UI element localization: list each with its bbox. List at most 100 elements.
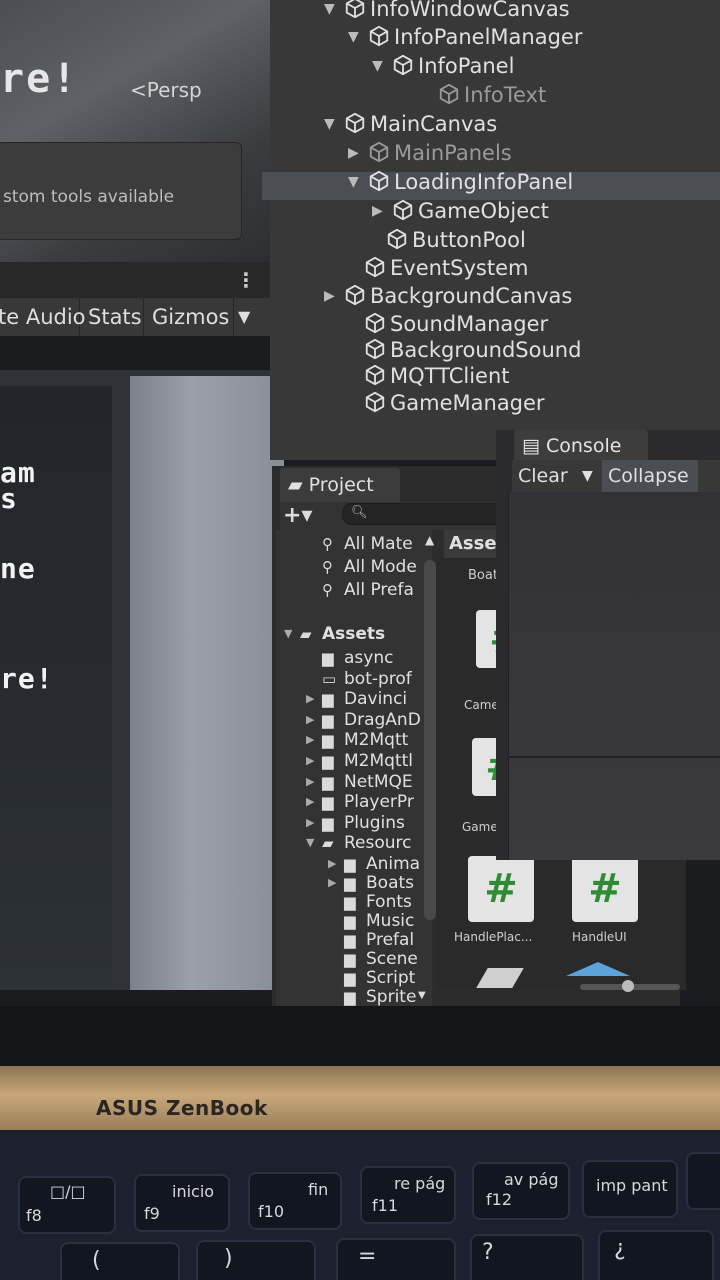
project-subfolder[interactable]: ▆ Fonts <box>344 892 412 912</box>
project-subfolder[interactable]: ▶ ▆ Boats <box>328 873 414 893</box>
expand-arrow-right-icon[interactable]: ▶ <box>306 730 322 750</box>
hierarchy-item[interactable]: ▼ InfoPanelManager <box>348 24 582 50</box>
console-log-area[interactable] <box>508 492 720 860</box>
hierarchy-item[interactable]: ▶ BackgroundCanvas <box>324 283 572 309</box>
expand-arrow-right-icon[interactable]: ▶ <box>324 283 344 309</box>
project-folder[interactable]: ▼ ▰ Resourc <box>306 833 412 853</box>
kebab-menu-icon[interactable]: ⋮ <box>236 268 256 292</box>
insert-key[interactable] <box>686 1152 720 1210</box>
project-subfolder[interactable]: ▆ Music <box>344 911 414 931</box>
expand-arrow-right-icon[interactable]: ▶ <box>348 140 368 166</box>
console-splitter[interactable] <box>508 756 720 758</box>
hierarchy-item[interactable]: ▼ InfoWindowCanvas <box>324 0 570 22</box>
model-asset-icon[interactable] <box>566 962 630 976</box>
project-folder[interactable]: ▶ ▆ M2Mqttl <box>306 751 413 771</box>
project-folder[interactable]: ▶ ▆ M2Mqtt <box>306 730 408 750</box>
project-subfolder[interactable]: ▆ Sprite <box>344 987 416 1006</box>
project-folder[interactable]: ▶ ▆ DragAnD <box>306 710 421 730</box>
clear-options-dropdown[interactable]: ▼ <box>576 460 600 492</box>
f9-key[interactable]: inicio f9 <box>134 1174 230 1232</box>
tab-console[interactable]: ▤ Console <box>514 430 648 462</box>
expand-arrow-right-icon[interactable]: ▶ <box>372 198 392 224</box>
expand-arrow-right-icon[interactable]: ▶ <box>306 813 322 833</box>
expand-arrow-right-icon[interactable]: ▶ <box>306 772 322 792</box>
tab-project[interactable]: ▰ Project <box>280 468 400 502</box>
asset-tile-label[interactable]: Came <box>464 698 499 712</box>
scroll-down-arrow-icon[interactable]: ▼ <box>418 990 426 1001</box>
favorite-search[interactable]: ⚲ All Mode <box>322 557 417 577</box>
project-folder[interactable]: ▶ ▆ NetMQE <box>306 772 413 792</box>
expand-arrow-down-icon[interactable]: ▼ <box>284 624 300 644</box>
script-asset-icon[interactable]: # <box>468 856 534 922</box>
expand-arrow-down-icon[interactable]: ▼ <box>372 53 392 79</box>
script-asset-icon[interactable]: # <box>572 856 638 922</box>
hierarchy-panel[interactable]: ▼ InfoWindowCanvas ▼ InfoPanelManager ▼ InfoP… <box>262 0 720 460</box>
hierarchy-item[interactable]: BackgroundSound <box>344 337 581 363</box>
inverted-question-key[interactable]: ¿ <box>598 1230 714 1280</box>
clear-button[interactable]: Clear <box>512 460 574 492</box>
expand-arrow-right-icon[interactable]: ▶ <box>306 689 322 709</box>
hierarchy-item[interactable]: ButtonPool <box>366 227 526 253</box>
print-screen-key[interactable]: imp pant <box>582 1160 678 1218</box>
projection-label[interactable]: <Persp <box>130 78 202 102</box>
hierarchy-item[interactable]: ▶ GameObject <box>372 198 549 224</box>
expand-arrow-right-icon[interactable]: ▶ <box>306 792 322 812</box>
hierarchy-item[interactable]: MQTTClient <box>344 363 510 389</box>
hierarchy-item[interactable]: ▼ MainCanvas <box>324 111 497 137</box>
hierarchy-item[interactable]: EventSystem <box>344 255 528 281</box>
gizmos-dropdown[interactable]: ▼ <box>234 298 270 336</box>
assets-root-folder[interactable]: ▼ ▰ Assets <box>284 624 385 644</box>
project-folder[interactable]: ▶ ▆ Plugins <box>306 813 405 833</box>
f8-key[interactable]: □/□ f8 <box>18 1176 116 1234</box>
project-subfolder[interactable]: ▆ Scene <box>344 949 418 969</box>
collapse-toggle[interactable]: Collapse <box>602 460 698 492</box>
expand-arrow-right-icon[interactable]: ▶ <box>306 751 322 771</box>
project-subfolder[interactable]: ▶ ▆ Anima <box>328 854 420 874</box>
hierarchy-item[interactable]: InfoText <box>418 82 546 108</box>
asset-tile-label[interactable]: HandleUI <box>572 930 627 944</box>
expand-arrow-down-icon[interactable]: ▼ <box>348 169 368 195</box>
expand-arrow-down-icon[interactable]: ▼ <box>348 24 368 50</box>
project-subfolder[interactable]: ▆ Prefal <box>344 930 414 950</box>
expand-arrow-down-icon[interactable]: ▼ <box>324 0 344 22</box>
question-mark-key[interactable]: ? <box>470 1234 584 1280</box>
stats-button[interactable]: Stats <box>84 298 144 336</box>
hierarchy-item[interactable]: ▼ InfoPanel <box>372 53 514 79</box>
tree-item-label: All Prefa <box>344 580 414 600</box>
favorite-search[interactable]: ⚲ All Mate <box>322 534 413 554</box>
f10-key[interactable]: fin f10 <box>248 1172 342 1230</box>
icon-size-slider-knob[interactable] <box>622 980 634 992</box>
model-asset-icon[interactable] <box>476 968 524 988</box>
close-paren-key[interactable]: ) <box>196 1240 316 1280</box>
project-subfolder[interactable]: ▆ Script <box>344 968 415 988</box>
project-folder-tree[interactable]: ⚲ All Mate ⚲ All Mode ⚲ All Prefa ▼ ▰ Assets ▆ asy… <box>276 530 432 1006</box>
project-folder[interactable]: ▶ ▆ Davinci <box>306 689 407 709</box>
open-paren-key[interactable]: ( <box>60 1242 180 1280</box>
f12-key[interactable]: av pág f12 <box>472 1162 570 1220</box>
folder-tree-scrollbar[interactable] <box>424 560 436 920</box>
expand-arrow-down-icon[interactable]: ▼ <box>306 833 322 853</box>
equals-key[interactable]: = <box>336 1238 456 1280</box>
project-folder[interactable]: ▶ ▆ PlayerPr <box>306 792 414 812</box>
asset-tile-label[interactable]: HandlePlac... <box>454 930 532 944</box>
expand-arrow-right-icon[interactable]: ▶ <box>306 710 322 730</box>
tree-item-label: DragAnD <box>344 709 421 730</box>
mute-audio-button[interactable]: te Audio <box>0 298 86 336</box>
expand-arrow-down-icon[interactable]: ▼ <box>324 111 344 137</box>
hierarchy-item[interactable]: ▼ LoadingInfoPanel <box>348 169 573 195</box>
project-folder[interactable]: ▭ bot-prof <box>322 669 412 689</box>
key-label: f12 <box>486 1190 512 1209</box>
hierarchy-item[interactable]: ▶ MainPanels <box>348 140 512 166</box>
game-view[interactable]: am s ne re! <box>0 370 284 990</box>
asset-tile-label[interactable]: Game <box>462 820 498 834</box>
project-folder[interactable]: ▆ async <box>322 648 393 668</box>
hierarchy-item[interactable]: GameManager <box>344 390 545 416</box>
hierarchy-item[interactable]: SoundManager <box>344 311 548 337</box>
f11-key[interactable]: re pág f11 <box>360 1166 456 1224</box>
expand-arrow-right-icon[interactable]: ▶ <box>328 854 344 874</box>
favorite-search[interactable]: ⚲ All Prefa <box>322 580 414 600</box>
add-asset-button[interactable]: +▾ <box>283 503 312 528</box>
gizmos-button[interactable]: Gizmos <box>148 298 234 336</box>
scroll-up-arrow-icon[interactable]: ▲ <box>425 533 434 547</box>
expand-arrow-right-icon[interactable]: ▶ <box>328 873 344 893</box>
